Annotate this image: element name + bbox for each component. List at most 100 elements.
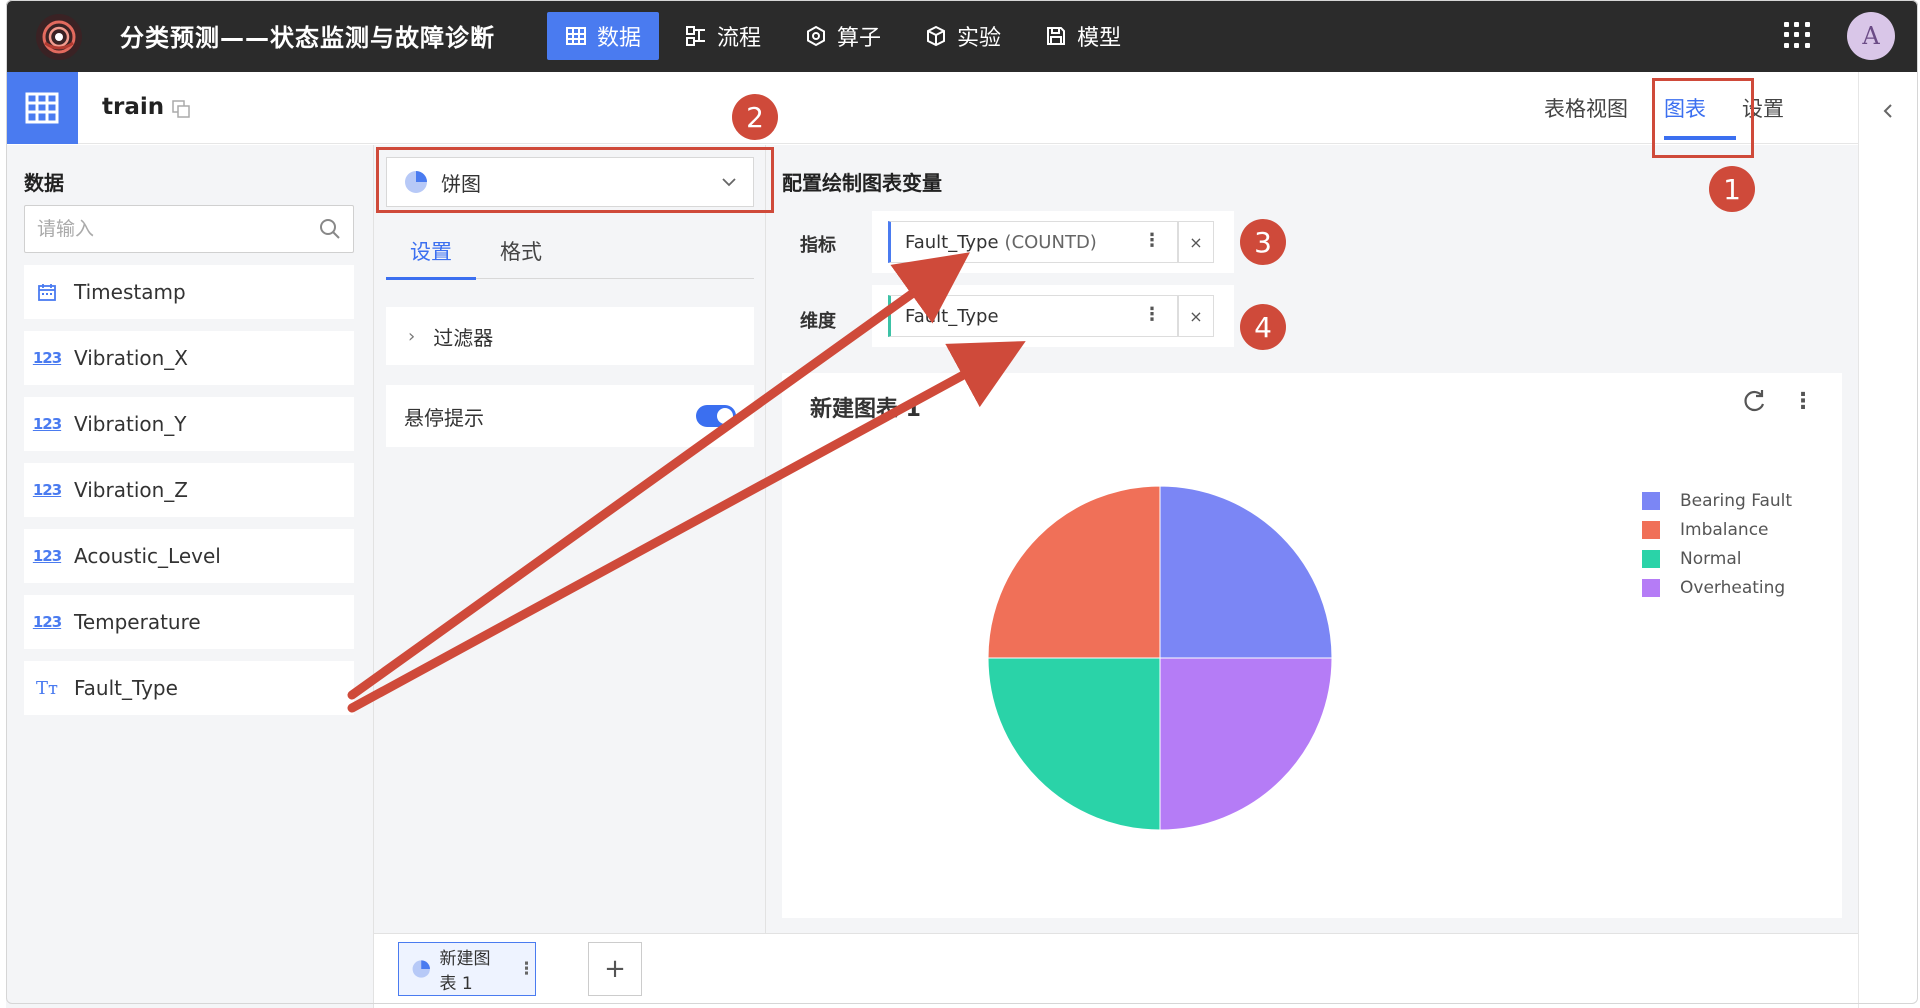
legend-item[interactable]: Bearing Fault bbox=[1642, 491, 1792, 511]
data-panel-title: 数据 bbox=[24, 171, 64, 195]
field-label: Vibration_Z bbox=[74, 478, 188, 502]
nav-model-label: 模型 bbox=[1077, 26, 1122, 51]
calendar-icon bbox=[34, 281, 60, 303]
config-tabs: 设置 格式 bbox=[386, 223, 754, 280]
annotation-badge-3: 3 bbox=[1240, 219, 1286, 265]
main-nav: 数据 流程 算子 实验 模型 bbox=[547, 12, 1147, 60]
table-icon bbox=[6, 72, 78, 144]
chevron-right-icon: › bbox=[408, 325, 416, 347]
tab-table-view[interactable]: 表格视图 bbox=[1526, 72, 1646, 144]
dimension-slot: Fault_Type ⋮ × bbox=[872, 285, 1234, 347]
nav-flow[interactable]: 流程 bbox=[667, 12, 779, 60]
legend-item[interactable]: Normal bbox=[1642, 549, 1792, 569]
field-item-temperature[interactable]: 123 Temperature bbox=[24, 595, 354, 649]
chart-tab-1[interactable]: 新建图表 1 ⋮ bbox=[398, 942, 536, 996]
config-variables-title: 配置绘制图表变量 bbox=[782, 171, 942, 195]
legend-label: Overheating bbox=[1680, 578, 1786, 598]
chevron-left-icon[interactable] bbox=[1881, 102, 1895, 120]
nav-model[interactable]: 模型 bbox=[1027, 12, 1139, 60]
legend-swatch bbox=[1642, 492, 1660, 510]
tab-config-format[interactable]: 格式 bbox=[476, 223, 566, 279]
more-vertical-icon[interactable]: ⋮ bbox=[518, 959, 535, 979]
chart-legend: Bearing Fault Imbalance Normal Overheating bbox=[1642, 491, 1792, 607]
tab-config-settings[interactable]: 设置 bbox=[386, 223, 476, 280]
chart-tab-label: 新建图表 1 bbox=[439, 949, 491, 994]
field-item-acoustic-level[interactable]: 123 Acoustic_Level bbox=[24, 529, 354, 583]
nav-operator-label: 算子 bbox=[837, 26, 882, 51]
legend-item[interactable]: Overheating bbox=[1642, 578, 1792, 598]
annotation-badge-4: 4 bbox=[1240, 304, 1286, 350]
legend-label: Imbalance bbox=[1680, 520, 1769, 540]
app-title: 分类预测——状态监测与故障诊断 bbox=[120, 24, 495, 52]
field-item-timestamp[interactable]: Timestamp bbox=[24, 265, 354, 319]
hexagon-icon bbox=[807, 25, 826, 47]
right-collapse-strip bbox=[1858, 72, 1918, 1008]
dimension-field-name: Fault_Type bbox=[905, 305, 999, 327]
legend-item[interactable]: Imbalance bbox=[1642, 520, 1792, 540]
chart-config-panel: 饼图 设置 格式 › 过滤器 悬停提示 bbox=[374, 145, 766, 933]
dataset-header: train 表格视图 图表 设置 bbox=[6, 72, 1858, 144]
chart-tabs-bar: 新建图表 1 ⋮ + bbox=[374, 933, 1858, 1008]
text-type-icon: Tт bbox=[36, 677, 58, 699]
nav-experiment[interactable]: 实验 bbox=[907, 12, 1019, 60]
field-label: Acoustic_Level bbox=[74, 544, 221, 568]
metric-label: 指标 bbox=[800, 235, 836, 256]
field-label: Vibration_X bbox=[74, 346, 188, 370]
pie-slice-bearing-fault[interactable] bbox=[1159, 485, 1333, 659]
pie-slice-imbalance[interactable] bbox=[987, 485, 1161, 659]
legend-swatch bbox=[1642, 550, 1660, 568]
table-icon bbox=[566, 27, 586, 45]
legend-label: Bearing Fault bbox=[1680, 491, 1793, 511]
nav-data-label: 数据 bbox=[597, 26, 642, 51]
nav-operator[interactable]: 算子 bbox=[787, 12, 899, 60]
annotation-box-chart-tab bbox=[1652, 78, 1754, 158]
pie-slice-normal[interactable] bbox=[987, 657, 1161, 831]
search-input[interactable] bbox=[25, 206, 295, 252]
field-list: Timestamp 123 Vibration_X 123 Vibration_… bbox=[24, 265, 354, 727]
field-item-vibration-x[interactable]: 123 Vibration_X bbox=[24, 331, 354, 385]
remove-dimension-button[interactable]: × bbox=[1178, 295, 1214, 337]
dataset-name: train bbox=[102, 94, 165, 120]
number-type-icon: 123 bbox=[32, 349, 62, 367]
filter-label: 过滤器 bbox=[433, 325, 494, 350]
copy-icon[interactable] bbox=[172, 100, 190, 118]
field-item-fault-type[interactable]: Tт Fault_Type bbox=[24, 661, 354, 715]
avatar[interactable]: A bbox=[1847, 12, 1895, 60]
tooltip-toggle[interactable] bbox=[696, 405, 736, 427]
pie-chart bbox=[987, 485, 1333, 831]
field-label: Timestamp bbox=[74, 280, 186, 304]
chart-workspace: 配置绘制图表变量 指标 Fault_Type (COUNTD) ⋮ × 维度 F… bbox=[766, 145, 1858, 933]
tooltip-setting: 悬停提示 bbox=[386, 385, 754, 447]
metric-aggregation: (COUNTD) bbox=[1004, 231, 1097, 253]
metric-field-chip[interactable]: Fault_Type (COUNTD) ⋮ bbox=[888, 221, 1178, 263]
annotation-box-chart-type bbox=[376, 147, 774, 213]
field-label: Temperature bbox=[74, 610, 201, 634]
field-search bbox=[24, 205, 354, 253]
pie-chart-icon bbox=[412, 960, 430, 978]
nav-flow-label: 流程 bbox=[717, 26, 762, 51]
dimension-field-chip[interactable]: Fault_Type ⋮ bbox=[888, 295, 1178, 337]
nav-data[interactable]: 数据 bbox=[547, 12, 660, 60]
remove-metric-button[interactable]: × bbox=[1178, 221, 1214, 263]
more-vertical-icon[interactable]: ⋮ bbox=[1143, 230, 1161, 251]
more-vertical-icon[interactable]: ⋮ bbox=[1143, 304, 1161, 325]
apps-grid-icon[interactable] bbox=[1784, 22, 1810, 48]
number-type-icon: 123 bbox=[32, 415, 62, 433]
annotation-badge-1: 1 bbox=[1709, 166, 1755, 212]
field-label: Fault_Type bbox=[74, 676, 178, 700]
app-logo[interactable] bbox=[36, 14, 82, 60]
add-chart-button[interactable]: + bbox=[588, 942, 642, 996]
search-icon[interactable] bbox=[319, 218, 341, 240]
pie-slice-overheating[interactable] bbox=[1159, 657, 1333, 831]
annotation-badge-2: 2 bbox=[732, 94, 778, 140]
field-item-vibration-z[interactable]: 123 Vibration_Z bbox=[24, 463, 354, 517]
flow-icon bbox=[686, 26, 706, 46]
filter-section[interactable]: › 过滤器 bbox=[386, 307, 754, 365]
field-item-vibration-y[interactable]: 123 Vibration_Y bbox=[24, 397, 354, 451]
metric-field-name: Fault_Type bbox=[905, 231, 999, 253]
number-type-icon: 123 bbox=[32, 547, 62, 565]
number-type-icon: 123 bbox=[32, 613, 62, 631]
tooltip-label: 悬停提示 bbox=[404, 405, 484, 430]
cube-icon bbox=[927, 25, 946, 47]
dimension-label: 维度 bbox=[800, 311, 836, 332]
